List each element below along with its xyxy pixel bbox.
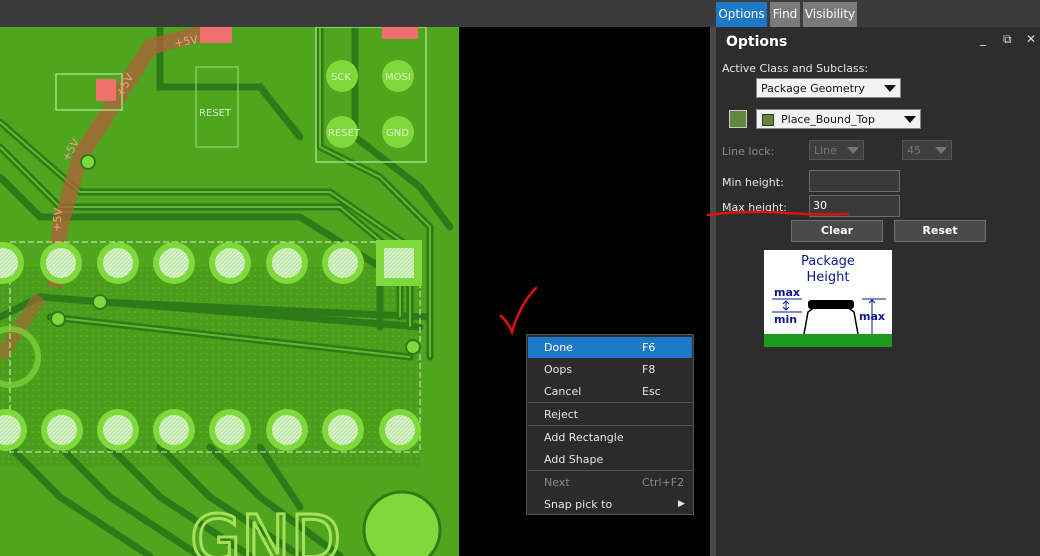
label-sck: SCK [331, 72, 351, 83]
menu-item-label: Cancel [544, 385, 582, 398]
menu-item-shortcut: F8 [642, 363, 656, 376]
diagram-max-right-label: max [859, 310, 885, 323]
label-gnd-large: GND [190, 501, 341, 556]
line-lock-dropdown: Line [809, 140, 864, 160]
min-height-label: Min height: [722, 176, 784, 189]
diagram-title-line2: Height [807, 270, 850, 285]
menu-item-next: Next Ctrl+F2 [528, 472, 692, 493]
active-class-label: Active Class and Subclass: [722, 62, 869, 75]
line-lock-value: Line [814, 144, 837, 157]
menu-item-cancel[interactable]: Cancel Esc [528, 381, 692, 402]
label-reset: RESET [199, 108, 232, 119]
clear-button[interactable]: Clear [791, 220, 883, 242]
label-gnd: GND [386, 128, 409, 139]
gnd-pad [362, 490, 442, 556]
context-menu: Done F6 Oops F8 Cancel Esc Reject Add Re… [526, 334, 694, 515]
diagram-max-label: max [774, 286, 800, 299]
subclass-color-icon [762, 114, 774, 126]
menu-item-label: Snap pick to [544, 498, 613, 511]
menu-item-shortcut: Esc [642, 385, 661, 398]
underline-annotation [706, 210, 850, 217]
options-panel: Options _ ⧉ ✕ Active Class and Subclass:… [706, 27, 1040, 556]
pcb-canvas[interactable]: +5V +5V +5V +5V SCK MOSI RESET GND RESET… [0, 27, 459, 556]
label-mosi: MOSI [385, 72, 411, 83]
top-bar [0, 0, 1040, 27]
diagram-min-label: min [774, 313, 797, 326]
reset-button[interactable]: Reset [894, 220, 986, 242]
menu-item-label: Oops [544, 363, 573, 376]
submenu-arrow-icon: ▶ [678, 499, 685, 509]
class-dropdown[interactable]: Package Geometry [756, 78, 901, 98]
menu-item-shortcut: Ctrl+F2 [642, 476, 685, 489]
tab-find[interactable]: Find [770, 2, 800, 27]
close-icon[interactable]: ✕ [1026, 32, 1036, 46]
class-value: Package Geometry [761, 82, 865, 95]
menu-item-add-rectangle[interactable]: Add Rectangle [528, 427, 692, 448]
menu-item-label: Done [544, 341, 573, 354]
power-trace [47, 27, 228, 288]
menu-item-label: Add Shape [544, 453, 604, 466]
pcb-artwork: +5V +5V +5V +5V SCK MOSI RESET GND RESET… [0, 27, 454, 556]
tab-options[interactable]: Options [716, 2, 767, 27]
diagram-title-line1: Package [801, 254, 855, 269]
menu-item-snap-pick-to[interactable]: Snap pick to ▶ [528, 494, 692, 515]
menu-item-shortcut: F6 [642, 341, 656, 354]
chevron-down-icon [904, 116, 916, 123]
menu-item-done[interactable]: Done F6 [528, 337, 692, 358]
package-height-diagram: Package Height max min max [764, 250, 892, 347]
menu-item-label: Add Rectangle [544, 431, 624, 444]
chevron-down-icon [847, 147, 859, 154]
smd-pad [96, 79, 116, 101]
tab-visibility[interactable]: Visibility [803, 2, 857, 27]
subclass-color-swatch[interactable] [729, 110, 747, 128]
menu-separator [528, 402, 692, 403]
subclass-value: Place_Bound_Top [781, 113, 876, 126]
panel-title: Options [726, 34, 788, 50]
label-5v-a: +5V [173, 33, 199, 50]
restore-icon[interactable]: ⧉ [1003, 32, 1012, 47]
menu-item-label: Next [544, 476, 570, 489]
pad-labels: SCK MOSI RESET GND RESET [199, 72, 411, 139]
check-mark-annotation [499, 286, 538, 336]
chevron-down-icon [935, 147, 947, 154]
minimize-icon[interactable]: _ [980, 32, 986, 46]
label-5v-d: +5V [50, 207, 65, 232]
menu-item-oops[interactable]: Oops F8 [528, 359, 692, 380]
menu-separator [528, 470, 692, 471]
menu-separator [528, 425, 692, 426]
line-lock-angle-value: 45 [907, 144, 921, 157]
menu-item-add-shape[interactable]: Add Shape [528, 449, 692, 470]
line-lock-angle-dropdown: 45 [902, 140, 952, 160]
label-reset-2: RESET [328, 128, 361, 139]
subclass-dropdown[interactable]: Place_Bound_Top [756, 109, 921, 129]
menu-item-label: Reject [544, 408, 579, 421]
chevron-down-icon [884, 85, 896, 92]
menu-item-reject[interactable]: Reject [528, 404, 692, 425]
min-height-field[interactable] [809, 170, 900, 192]
line-lock-label: Line lock: [722, 145, 775, 158]
